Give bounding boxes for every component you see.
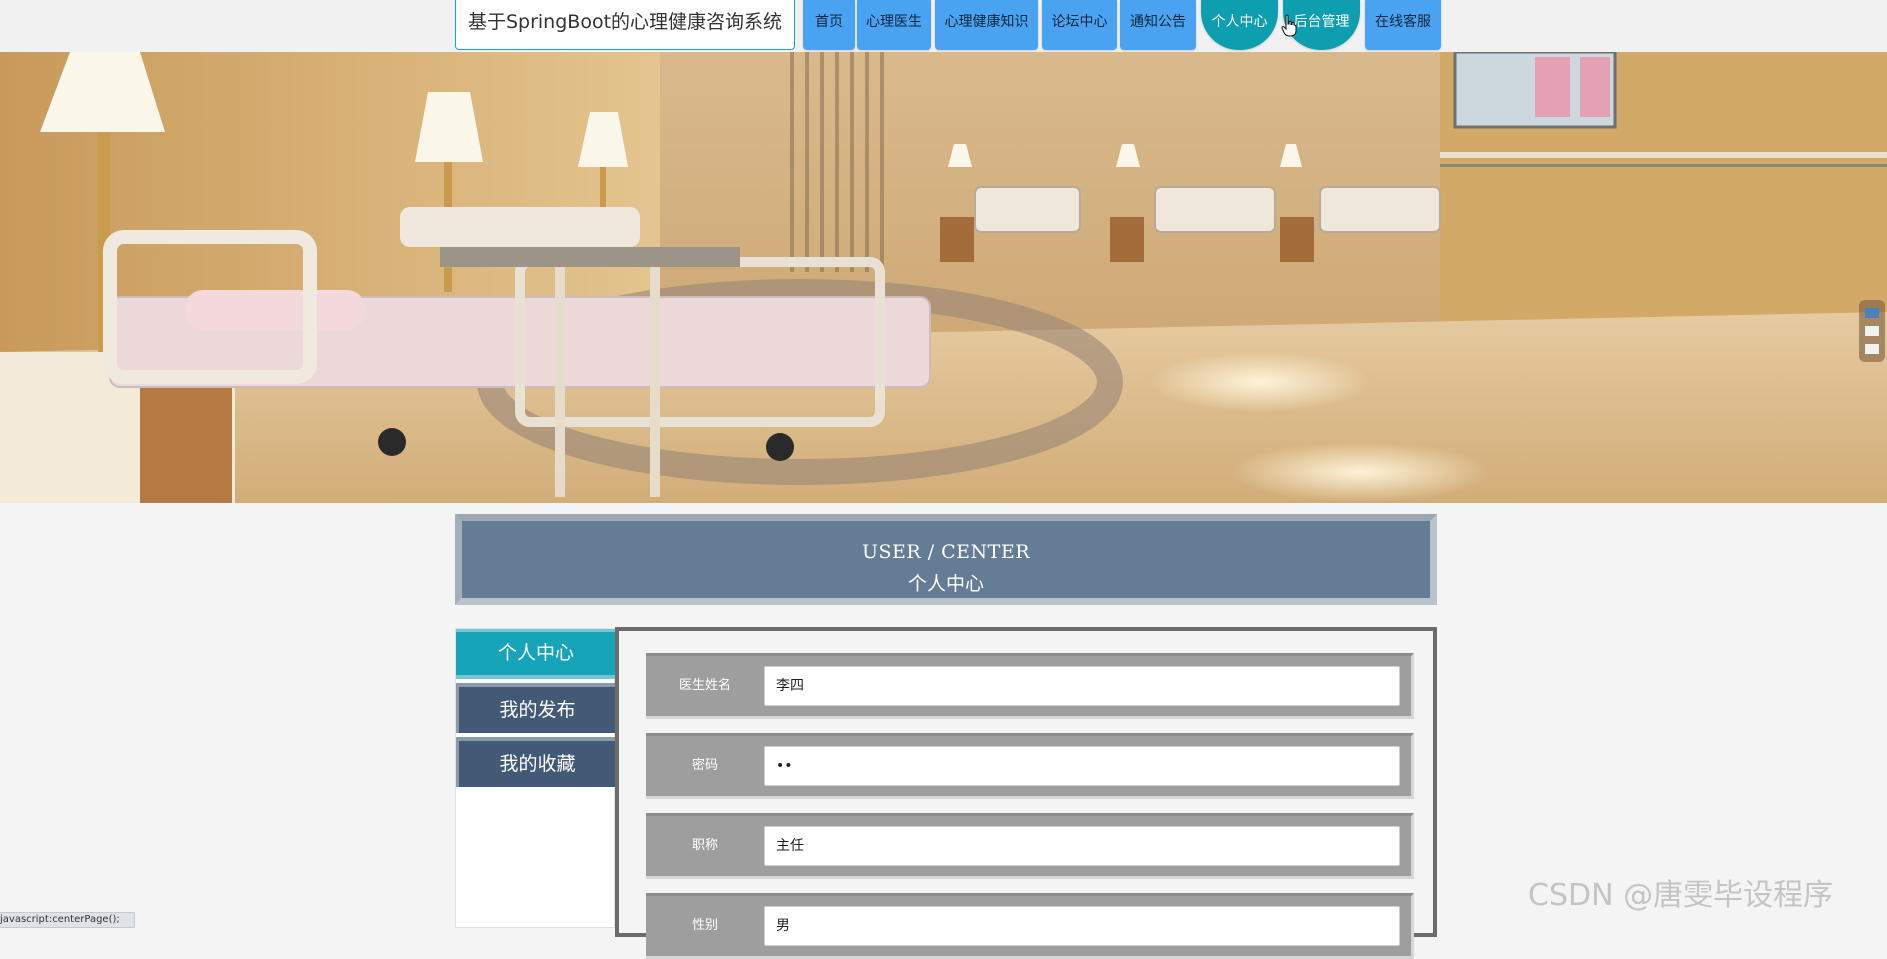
form-row-name: 医生姓名 李四 [646, 653, 1414, 719]
title-input[interactable]: 主任 [764, 826, 1400, 866]
field-label-name: 医生姓名 [678, 678, 731, 693]
user-side-menu: 个人中心 我的发布 我的收藏 [455, 628, 616, 928]
form-row-gender: 性别 男 [646, 893, 1414, 959]
form-row-title: 职称 主任 [646, 813, 1414, 879]
browser-status-bar: javascript:centerPage(); [0, 912, 135, 928]
carousel-dot-3[interactable] [1865, 344, 1879, 354]
form-row-password: 密码 •• [646, 733, 1414, 799]
section-title-zh: 个人中心 [907, 573, 984, 595]
password-input[interactable]: •• [764, 746, 1400, 786]
carousel-pager [1859, 300, 1885, 362]
side-menu-user-center[interactable]: 个人中心 [456, 629, 616, 679]
nav-doctors[interactable]: 心理医生 [857, 0, 931, 50]
banner-carousel[interactable] [0, 52, 1887, 503]
nav-home[interactable]: 首页 [803, 0, 855, 50]
top-nav-bar: 基于SpringBoot的心理健康咨询系统 首页 心理医生 心理健康知识 论坛中… [0, 0, 1887, 52]
field-label-password: 密码 [691, 758, 718, 773]
section-title-en: USER / CENTER [861, 541, 1031, 563]
site-title[interactable]: 基于SpringBoot的心理健康咨询系统 [455, 0, 795, 50]
field-label-gender: 性别 [691, 918, 718, 933]
side-menu-my-posts[interactable]: 我的发布 [456, 683, 616, 733]
nav-knowledge[interactable]: 心理健康知识 [935, 0, 1038, 50]
watermark-text: CSDN @唐雯毕设程序 [1528, 878, 1834, 913]
carousel-dot-1[interactable] [1865, 308, 1879, 318]
hand-cursor-icon [1281, 14, 1297, 37]
field-label-title: 职称 [691, 838, 718, 853]
hospital-ward-photo [0, 52, 1887, 503]
name-input[interactable]: 李四 [764, 666, 1400, 706]
side-menu-my-favorites[interactable]: 我的收藏 [456, 737, 616, 787]
nav-user-center[interactable]: 个人中心 [1201, 0, 1278, 50]
nav-forum[interactable]: 论坛中心 [1042, 0, 1117, 50]
section-title-box: USER / CENTER 个人中心 [455, 514, 1437, 605]
carousel-dot-2[interactable] [1865, 326, 1879, 336]
nav-notices[interactable]: 通知公告 [1120, 0, 1196, 50]
nav-online-service[interactable]: 在线客服 [1365, 0, 1441, 50]
gender-input[interactable]: 男 [764, 906, 1400, 946]
profile-form: 医生姓名 李四 密码 •• 职称 主任 性别 男 [615, 627, 1437, 959]
